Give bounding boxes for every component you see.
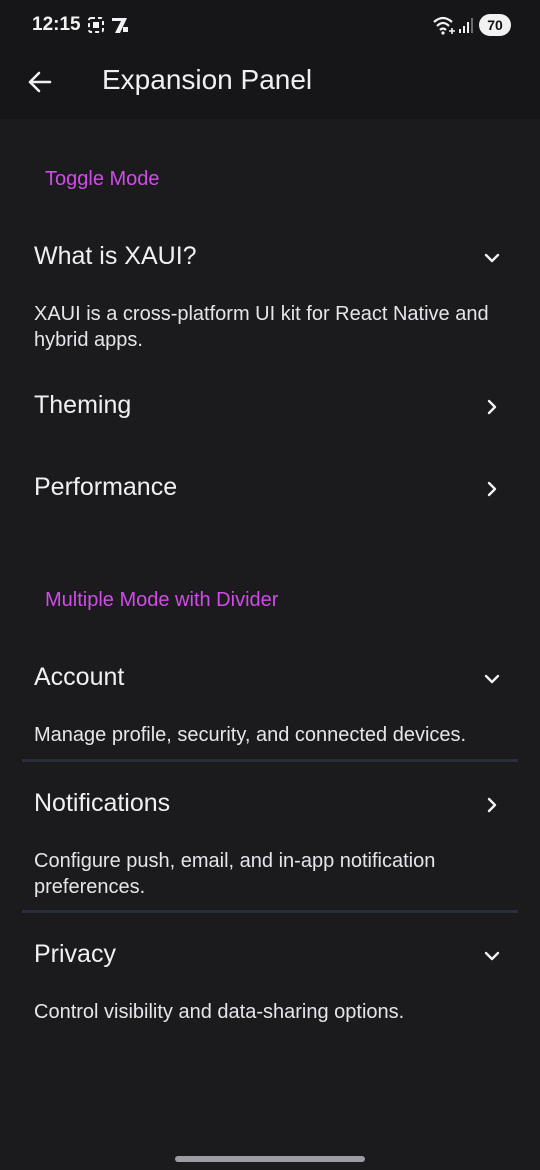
divider — [22, 910, 518, 913]
panel-header-account[interactable]: Account — [22, 651, 518, 707]
app-bar: Expansion Panel — [0, 52, 540, 119]
section-label-toggle-mode: Toggle Mode — [45, 168, 160, 190]
chevron-right-icon — [480, 793, 504, 817]
wifi-icon — [432, 15, 456, 40]
screenshot-icon — [87, 15, 105, 40]
app-notification-icon — [110, 15, 130, 40]
panel-body: XAUI is a cross-platform UI kit for Reac… — [34, 303, 489, 351]
panel-title: Privacy — [34, 940, 116, 968]
chevron-down-icon — [480, 944, 504, 968]
panel-header-what-is-xaui[interactable]: What is XAUI? — [22, 230, 518, 286]
chevron-right-icon — [480, 477, 504, 501]
chevron-down-icon — [480, 246, 504, 270]
home-indicator[interactable] — [175, 1156, 365, 1162]
status-bar: 12:15 70 — [0, 0, 540, 52]
panel-header-notifications[interactable]: Notifications — [22, 777, 518, 833]
back-button[interactable] — [22, 64, 58, 100]
page-title: Expansion Panel — [102, 64, 313, 95]
panel-body: Manage profile, security, and connected … — [34, 724, 467, 746]
status-time: 12:15 — [32, 14, 81, 35]
panel-header-theming[interactable]: Theming — [22, 379, 518, 435]
panel-header-privacy[interactable]: Privacy — [22, 928, 518, 984]
chevron-right-icon — [480, 395, 504, 419]
battery-indicator: 70 — [479, 14, 511, 36]
chevron-down-icon — [480, 667, 504, 691]
section-label-multiple-mode: Multiple Mode with Divider — [45, 589, 279, 611]
panel-body: Configure push, email, and in-app notifi… — [34, 850, 436, 898]
signal-icon — [458, 15, 474, 40]
divider — [22, 759, 518, 762]
panel-title: What is XAUI? — [34, 242, 197, 270]
panel-title: Theming — [34, 391, 132, 419]
panel-body: Control visibility and data-sharing opti… — [34, 1001, 405, 1023]
panel-title: Notifications — [34, 789, 171, 817]
panel-header-performance[interactable]: Performance — [22, 461, 518, 517]
panel-title: Performance — [34, 473, 178, 501]
arrow-left-icon — [28, 71, 52, 93]
panel-title: Account — [34, 663, 125, 691]
